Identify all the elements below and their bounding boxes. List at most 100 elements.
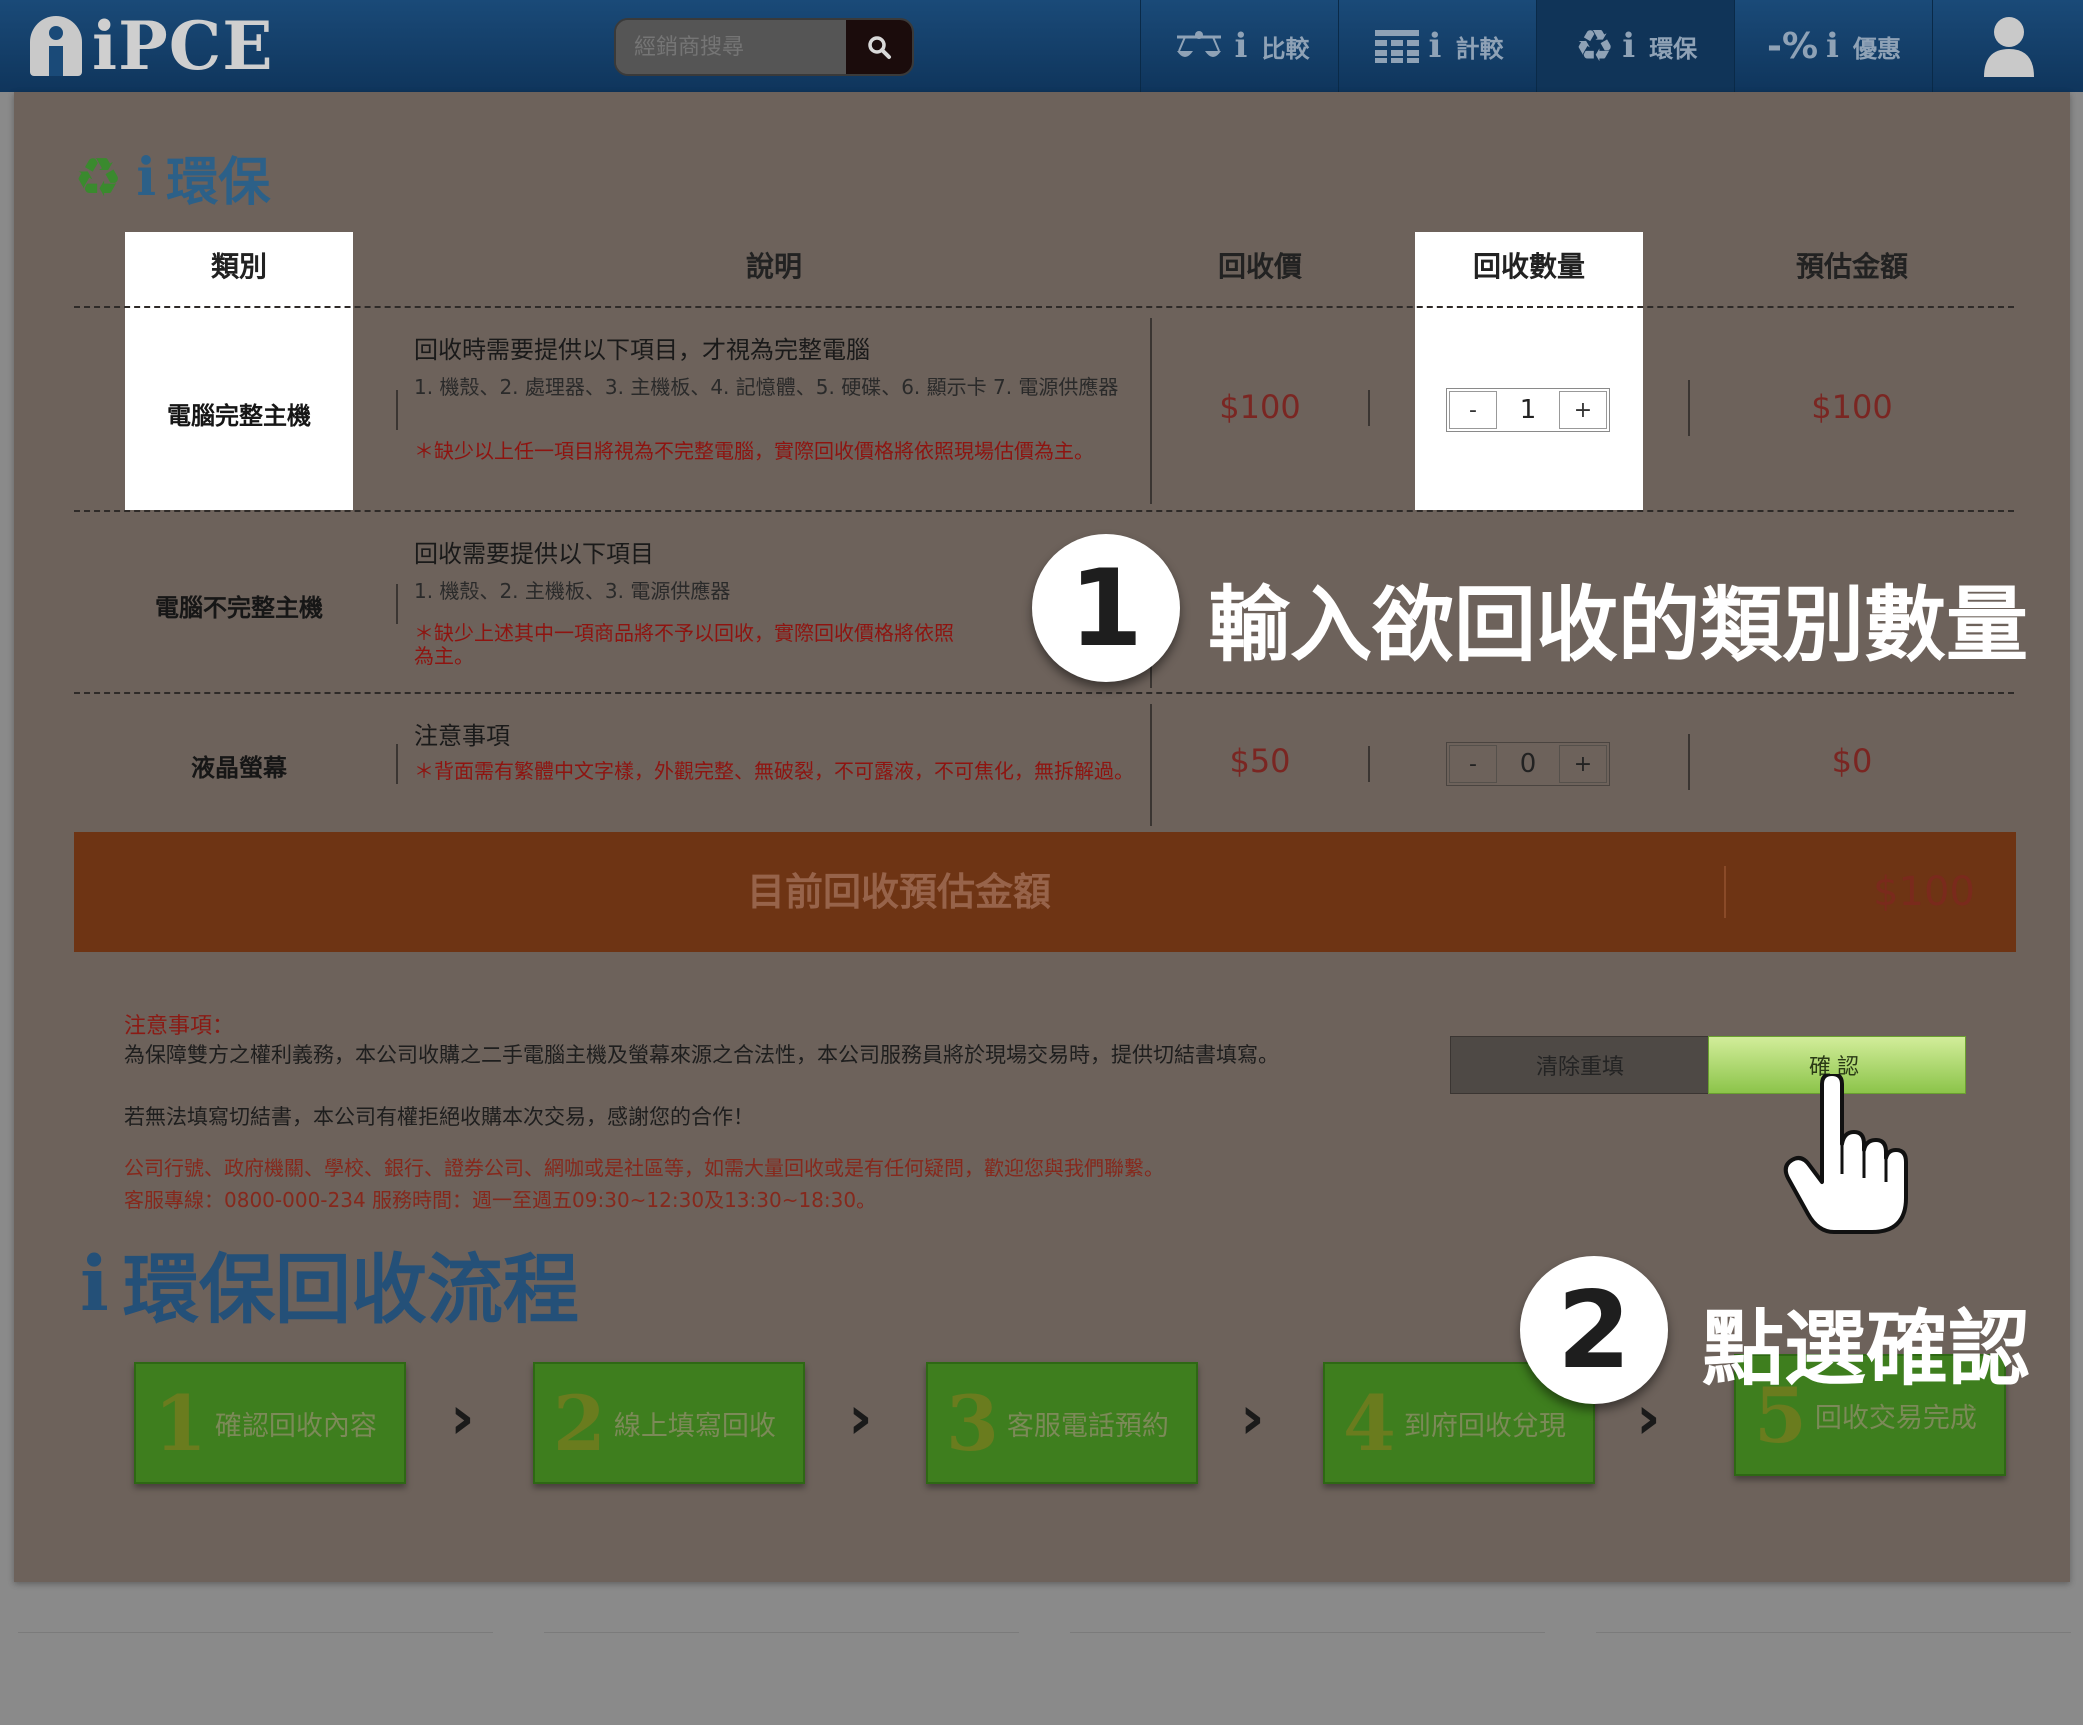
total-estimate-bar: 目前回收預估金額 $100 (74, 832, 2016, 952)
callout-number: 1 (1069, 546, 1143, 670)
nav-label-calculate: 計較 (1455, 34, 1504, 63)
user-icon (1983, 17, 2034, 77)
reset-button[interactable]: 清除重填 (1450, 1036, 1710, 1094)
nav-compare[interactable]: i 比較 (1140, 0, 1339, 92)
nav-label-compare: 比較 (1261, 34, 1310, 63)
callout-step-1-text: 輸入欲回收的類別數量 (1208, 578, 2029, 673)
nav-prefix: i (1622, 26, 1636, 66)
step-label: 到府回收兌現 (1403, 1410, 1566, 1442)
row3-estimate: $0 (1831, 742, 1873, 780)
divider (74, 692, 2014, 694)
logo-mark-icon (30, 16, 82, 76)
divider (1688, 734, 1690, 790)
pointing-hand-icon (1783, 1074, 1908, 1234)
notice-contact: 公司行號、政府機關、學校、銀行、證券公司、網咖或是社區等，如需大量回收或是有任何… (124, 1156, 1164, 1180)
search-input[interactable] (616, 20, 844, 74)
nav-prefix: i (1428, 26, 1442, 66)
footer-divider (18, 1632, 493, 1633)
col-header-quantity: 回收數量 (1472, 250, 1585, 283)
page-title-text: 環保 (166, 153, 271, 213)
callout-number: 2 (1557, 1268, 1631, 1392)
search-button[interactable] (846, 20, 912, 74)
step-label: 客服電話預約 (1006, 1410, 1169, 1442)
row2-desc-items: 1. 機殼、2. 主機板、3. 電源供應器 (414, 579, 731, 603)
notice-hotline: 客服專線：0800-000-234 服務時間：週一至週五09:30~12:30及… (124, 1188, 877, 1212)
row2-category: 電腦不完整主機 (155, 594, 323, 622)
row1-price: $100 (1219, 388, 1301, 426)
total-value: $100 (1873, 869, 1975, 915)
row1-quantity-value[interactable]: 1 (1499, 389, 1557, 431)
divider (1724, 866, 1726, 918)
row3-category: 液晶螢幕 (191, 754, 287, 782)
row3-desc-note: ＊背面需有繁體中文字樣，外觀完整、無破裂，不可露液，不可焦化，無拆解過。 (414, 759, 1134, 783)
notice-line-1: 為保障雙方之權利義務，本公司收購之二手電腦主機及螢幕來源之合法性，本公司服務員將… (124, 1043, 1279, 1067)
row3-quantity-stepper: - 0 + (1446, 742, 1610, 786)
footer-divider (1070, 1632, 1545, 1633)
callout-step-2-text: 點選確認 (1702, 1302, 2031, 1397)
divider (396, 390, 398, 430)
row3-desc-title: 注意事項 (414, 722, 510, 750)
total-label: 目前回收預估金額 (746, 870, 1051, 914)
scale-icon (1176, 31, 1221, 57)
row1-desc-note: ＊缺少以上任一項目將視為不完整電腦，實際回收價格將依照現場估價為主。 (414, 439, 1094, 463)
row1-quantity-stepper: - 1 + (1446, 388, 1610, 432)
row2-desc-note-end: 為主。 (414, 644, 474, 668)
nav-user[interactable] (1932, 0, 2083, 92)
site-logo[interactable]: iPCE (30, 7, 274, 85)
nav-label-discount: 優惠 (1852, 34, 1901, 63)
flow-step-1: 1 確認回收內容 (134, 1362, 406, 1484)
row3-quantity-value[interactable]: 0 (1499, 743, 1557, 785)
page-title-prefix: i (136, 147, 157, 208)
col-header-category: 類別 (210, 250, 267, 283)
nav-eco[interactable]: ♻ i 環保 (1536, 0, 1735, 92)
recycle-icon: ♻ (74, 146, 123, 209)
percent-icon: -% (1767, 25, 1819, 67)
divider (1150, 318, 1152, 504)
step-number: 3 (946, 1378, 999, 1468)
search-box (614, 18, 914, 76)
top-navbar: iPCE i 比較 i 計較 ♻ i (0, 0, 2083, 92)
chevron-right-icon: › (1240, 1383, 1265, 1453)
footer-divider (1596, 1632, 2071, 1633)
flow-title-prefix: i (80, 1238, 109, 1328)
divider (1368, 746, 1370, 782)
increment-button[interactable]: + (1559, 745, 1607, 783)
decrement-button[interactable]: - (1449, 745, 1497, 783)
divider (396, 744, 398, 784)
divider (1150, 704, 1152, 826)
search-icon (868, 36, 891, 59)
footer-bar (0, 1656, 2083, 1725)
step-number: 2 (553, 1378, 606, 1468)
increment-button[interactable]: + (1559, 391, 1607, 429)
step-label: 回收交易完成 (1814, 1402, 1977, 1434)
nav-calculate[interactable]: i 計較 (1338, 0, 1537, 92)
calculator-icon (1374, 30, 1419, 63)
nav-prefix: i (1234, 26, 1248, 66)
callout-step-2-badge: 2 (1520, 1256, 1668, 1404)
decrement-button[interactable]: - (1449, 391, 1497, 429)
divider (396, 584, 398, 624)
divider (74, 306, 2014, 308)
row1-desc-title: 回收時需要提供以下項目，才視為完整電腦 (414, 336, 870, 364)
nav-discount[interactable]: -% i 優惠 (1734, 0, 1933, 92)
divider (1368, 390, 1370, 426)
row1-estimate: $100 (1811, 388, 1893, 426)
chevron-right-icon: › (848, 1383, 873, 1453)
flow-step-2: 2 線上填寫回收 (533, 1362, 805, 1484)
row2-desc-title: 回收需要提供以下項目 (414, 540, 654, 568)
flow-step-3: 3 客服電話預約 (926, 1362, 1198, 1484)
divider (1688, 380, 1690, 436)
row1-desc-items: 1. 機殼、2. 處理器、3. 主機板、4. 記憶體、5. 硬碟、6. 顯示卡 … (414, 375, 1119, 399)
flow-title: i 環保回收流程 (80, 1228, 579, 1338)
nav-label-eco: 環保 (1649, 34, 1698, 63)
recycle-icon: ♻ (1574, 20, 1615, 72)
callout-step-1-badge: 1 (1032, 534, 1180, 682)
nav-prefix: i (1826, 26, 1839, 66)
flow-title-text: 環保回收流程 (122, 1245, 579, 1334)
chevron-right-icon: › (450, 1383, 475, 1453)
row3-price: $50 (1229, 742, 1291, 780)
chevron-right-icon: › (1636, 1383, 1661, 1453)
col-header-price: 回收價 (1217, 250, 1302, 283)
footer-divider (544, 1632, 1019, 1633)
notice-line-2: 若無法填寫切結書，本公司有權拒絕收購本次交易，感謝您的合作！ (124, 1105, 754, 1129)
